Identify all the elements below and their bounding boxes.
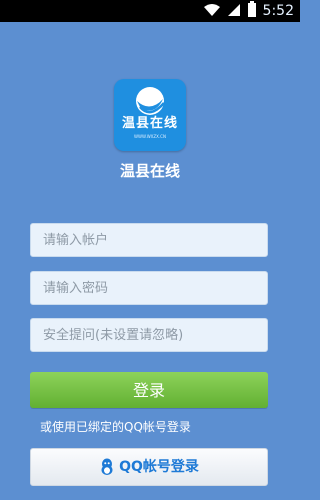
logo-swoosh-icon	[136, 87, 165, 115]
status-icons: 5:52	[203, 1, 294, 21]
logo-text: 温县在线	[121, 116, 178, 131]
signal-icon	[227, 2, 241, 21]
qq-login-button[interactable]: QQ帐号登录	[30, 448, 268, 486]
security-question-input[interactable]	[31, 319, 267, 351]
logo-url: WWW.WXZX.CN	[134, 134, 166, 139]
alt-login-text: 或使用已绑定的QQ帐号登录	[40, 420, 191, 434]
status-time: 5:52	[262, 3, 294, 19]
login-button[interactable]: 登录	[30, 372, 268, 408]
qq-penguin-icon	[99, 458, 115, 476]
security-question-field[interactable]	[30, 318, 268, 352]
password-input[interactable]	[31, 272, 267, 304]
qq-login-label: QQ帐号登录	[119, 459, 199, 475]
battery-icon	[247, 1, 257, 21]
app-logo: 温县在线 WWW.WXZX.CN	[114, 79, 186, 151]
account-input[interactable]	[31, 224, 267, 256]
status-bar: 5:52	[0, 0, 300, 22]
password-field[interactable]	[30, 271, 268, 305]
wifi-icon	[203, 2, 221, 21]
app-title: 温县在线	[119, 162, 180, 180]
account-field[interactable]	[30, 223, 268, 257]
